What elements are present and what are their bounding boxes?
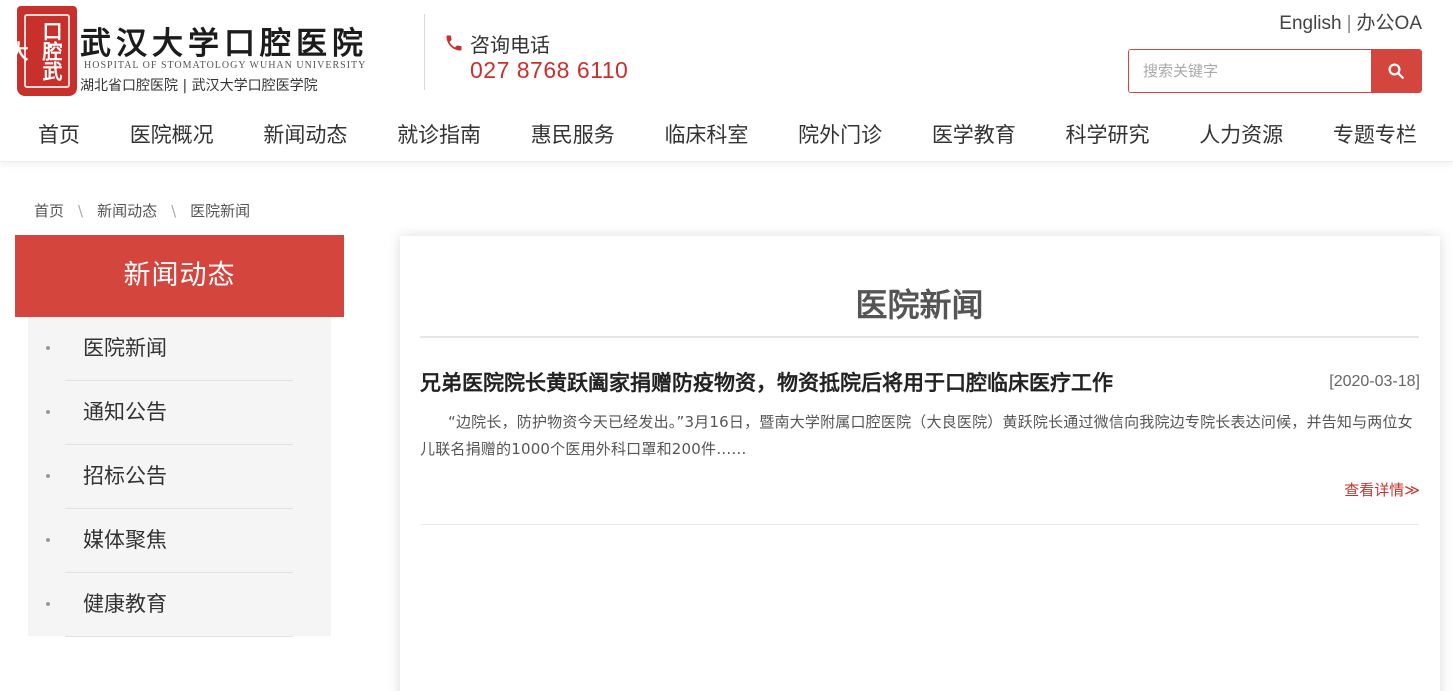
nav-item-outpatient[interactable]: 院外门诊 [798, 110, 882, 161]
logo-seal-text: 口腔武大 [5, 14, 70, 88]
news-panel: 医院新闻 兄弟医院院长黄跃阖家捐赠防疫物资，物资抵院后将用于口腔临床医疗工作 [… [400, 236, 1440, 691]
hotline-number: 027 8768 6110 [470, 57, 629, 83]
sidebar-item-health-education[interactable]: 健康教育 [46, 573, 293, 637]
news-item-date: [2020-03-18] [1329, 373, 1420, 390]
news-item-summary: “边院长，防护物资今天已经发出。”3月16日，暨南大学附属口腔医院（大良医院）黄… [420, 413, 1413, 458]
bullet-icon [46, 410, 50, 414]
bullet-icon [46, 474, 50, 478]
breadcrumb-news[interactable]: 新闻动态 [97, 202, 157, 220]
hospital-name-english: HOSPITAL OF STOMATOLOGY WUHAN UNIVERSITY [84, 60, 367, 71]
read-more-link[interactable]: 查看详情≫ [1344, 479, 1420, 500]
top-links: English | 办公OA [1279, 8, 1422, 35]
search-input[interactable] [1129, 50, 1371, 92]
nav-item-news[interactable]: 新闻动态 [263, 110, 347, 161]
news-item-title[interactable]: 兄弟医院院长黄跃阖家捐赠防疫物资，物资抵院后将用于口腔临床医疗工作 [420, 367, 1113, 397]
sidebar-item-label: 健康教育 [83, 592, 167, 616]
search-icon [1388, 63, 1404, 79]
sidebar-item-notices[interactable]: 通知公告 [46, 381, 293, 445]
search-button[interactable] [1371, 50, 1421, 92]
hospital-logo-seal[interactable]: 口腔武大 [5, 6, 77, 96]
sidebar-item-label: 医院新闻 [83, 336, 167, 360]
nav-item-topics[interactable]: 专题专栏 [1333, 110, 1417, 161]
breadcrumb: 首页 \ 新闻动态 \ 医院新闻 [34, 200, 250, 221]
breadcrumb-separator: \ [171, 202, 177, 220]
breadcrumb-separator: \ [78, 202, 84, 220]
nav-item-guide[interactable]: 就诊指南 [397, 110, 481, 161]
bullet-icon [46, 346, 50, 350]
sidebar-item-tenders[interactable]: 招标公告 [46, 445, 293, 509]
english-link[interactable]: English [1279, 13, 1341, 34]
main-nav: 首页 医院概况 新闻动态 就诊指南 惠民服务 临床科室 院外门诊 医学教育 科学… [0, 110, 1453, 162]
sidebar-title: 新闻动态 [15, 235, 344, 317]
nav-item-departments[interactable]: 临床科室 [664, 110, 748, 161]
nav-item-research[interactable]: 科学研究 [1066, 110, 1150, 161]
sidebar-item-label: 通知公告 [83, 400, 167, 424]
header-divider [424, 14, 425, 90]
hospital-name[interactable]: 武汉大学口腔医院 [80, 18, 368, 63]
nav-item-home[interactable]: 首页 [38, 110, 80, 161]
sidebar-item-label: 媒体聚焦 [83, 528, 167, 552]
sidebar-item-label: 招标公告 [83, 464, 167, 488]
oa-link[interactable]: 办公OA [1357, 13, 1422, 34]
sidebar-item-media[interactable]: 媒体聚焦 [46, 509, 293, 573]
sidebar-item-hospital-news[interactable]: 医院新闻 [46, 317, 293, 381]
sidebar-menu: 医院新闻 通知公告 招标公告 媒体聚焦 健康教育 [28, 317, 331, 637]
bullet-icon [46, 602, 50, 606]
hospital-alt-names: 湖北省口腔医院 | 武汉大学口腔医学院 [80, 78, 318, 94]
nav-item-overview[interactable]: 医院概况 [130, 110, 214, 161]
breadcrumb-current[interactable]: 医院新闻 [190, 202, 250, 220]
page-title: 医院新闻 [855, 286, 984, 324]
top-links-separator: | [1346, 13, 1352, 34]
phone-icon [446, 35, 462, 51]
title-divider [420, 336, 1419, 338]
nav-item-services[interactable]: 惠民服务 [531, 110, 615, 161]
nav-item-education[interactable]: 医学教育 [932, 110, 1016, 161]
hotline-label: 咨询电话 [470, 33, 550, 57]
nav-item-hr[interactable]: 人力资源 [1199, 110, 1283, 161]
search-box [1128, 49, 1422, 93]
bullet-icon [46, 538, 50, 542]
breadcrumb-home[interactable]: 首页 [34, 202, 64, 220]
news-item-divider [420, 524, 1419, 525]
